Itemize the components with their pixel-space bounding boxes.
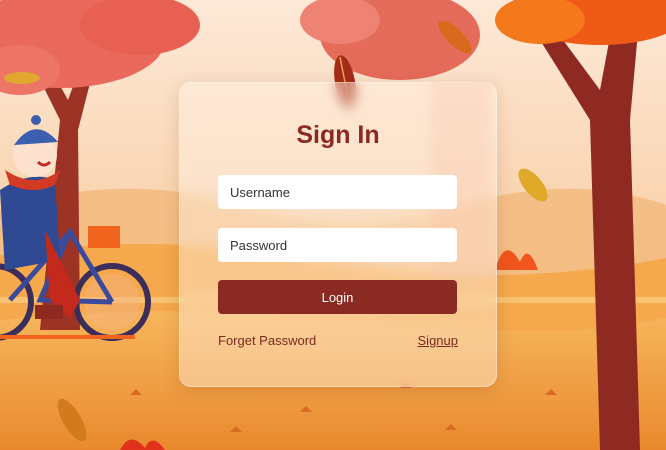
password-input[interactable]: [218, 228, 457, 262]
forgot-password-link[interactable]: Forget Password: [218, 333, 316, 348]
signin-card: Sign In Login Forget Password Signup: [179, 82, 497, 387]
username-input[interactable]: [218, 175, 457, 209]
signin-title: Sign In: [296, 121, 380, 149]
signup-link[interactable]: Signup: [418, 333, 458, 348]
login-button[interactable]: Login: [218, 280, 457, 314]
